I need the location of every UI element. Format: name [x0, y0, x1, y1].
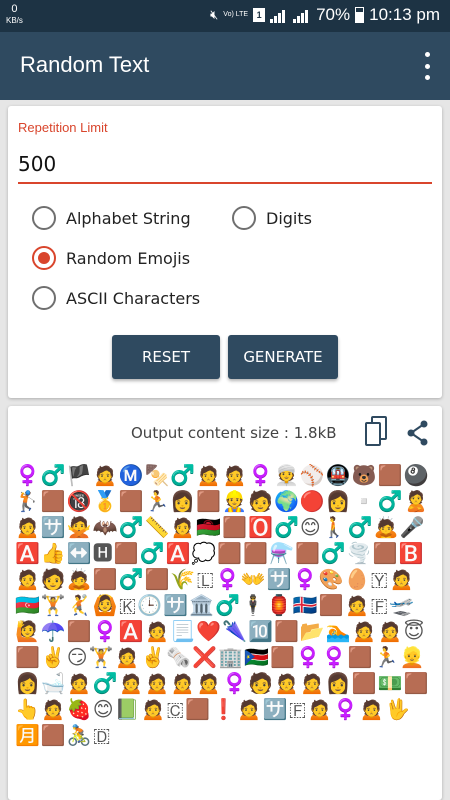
radio-label: Alphabet String: [66, 208, 191, 228]
radio-label: Digits: [266, 208, 312, 228]
clock: 10:13 pm: [369, 5, 440, 24]
network-speed: 0 KB/s: [6, 3, 23, 27]
share-icon[interactable]: [406, 420, 430, 446]
radio-alphabet-string[interactable]: Alphabet String: [32, 206, 191, 230]
radio-unchecked-icon: [232, 206, 256, 230]
reset-button[interactable]: RESET: [112, 335, 220, 379]
volte-icon: Vo) LTE: [223, 11, 249, 18]
app-title: Random Text: [20, 52, 150, 77]
settings-card: Repetition Limit Alphabet String Digits …: [8, 106, 442, 398]
output-content[interactable]: ♀️♂️🏴🙍Ⓜ️🍢♂️🙍🙍♀️👳⚾🚇🐻🟫🎱🏌️🟫🔞🥇🟫🏃👩🟫👷🧑🌍🔴👩▫️♂️🙎…: [15, 462, 435, 800]
signal-icon: [270, 7, 288, 23]
radio-ascii-characters[interactable]: ASCII Characters: [32, 286, 200, 310]
app-bar: Random Text: [0, 32, 450, 100]
radio-checked-icon: [32, 246, 56, 270]
output-card: Output content size : 1.8kB ♀️♂️🏴🙍Ⓜ️🍢♂️🙍…: [8, 406, 442, 800]
signal-icon-2: [293, 7, 311, 23]
repetition-limit-label: Repetition Limit: [18, 120, 108, 135]
radio-unchecked-icon: [32, 286, 56, 310]
sim-icon: 1: [253, 8, 266, 22]
network-speed-unit: KB/s: [6, 16, 23, 25]
repetition-limit-input[interactable]: [18, 146, 432, 184]
mute-icon: 🔇︎: [210, 7, 219, 22]
battery-percent: 70%: [316, 5, 351, 24]
radio-random-emojis[interactable]: Random Emojis: [32, 246, 190, 270]
radio-label: ASCII Characters: [66, 288, 201, 308]
output-size-label: Output content size : 1.8kB: [131, 424, 337, 442]
overflow-menu-icon[interactable]: [422, 52, 432, 80]
radio-label: Random Emojis: [66, 248, 191, 268]
radio-unchecked-icon: [32, 206, 56, 230]
battery-icon: [355, 7, 365, 23]
status-bar: 0 KB/s 🔇︎ Vo) LTE 1 70% 10:13 pm: [0, 0, 450, 32]
copy-icon[interactable]: [363, 416, 389, 448]
network-speed-value: 0: [11, 3, 18, 15]
radio-digits[interactable]: Digits: [232, 206, 312, 230]
generate-button[interactable]: GENERATE: [228, 335, 338, 379]
